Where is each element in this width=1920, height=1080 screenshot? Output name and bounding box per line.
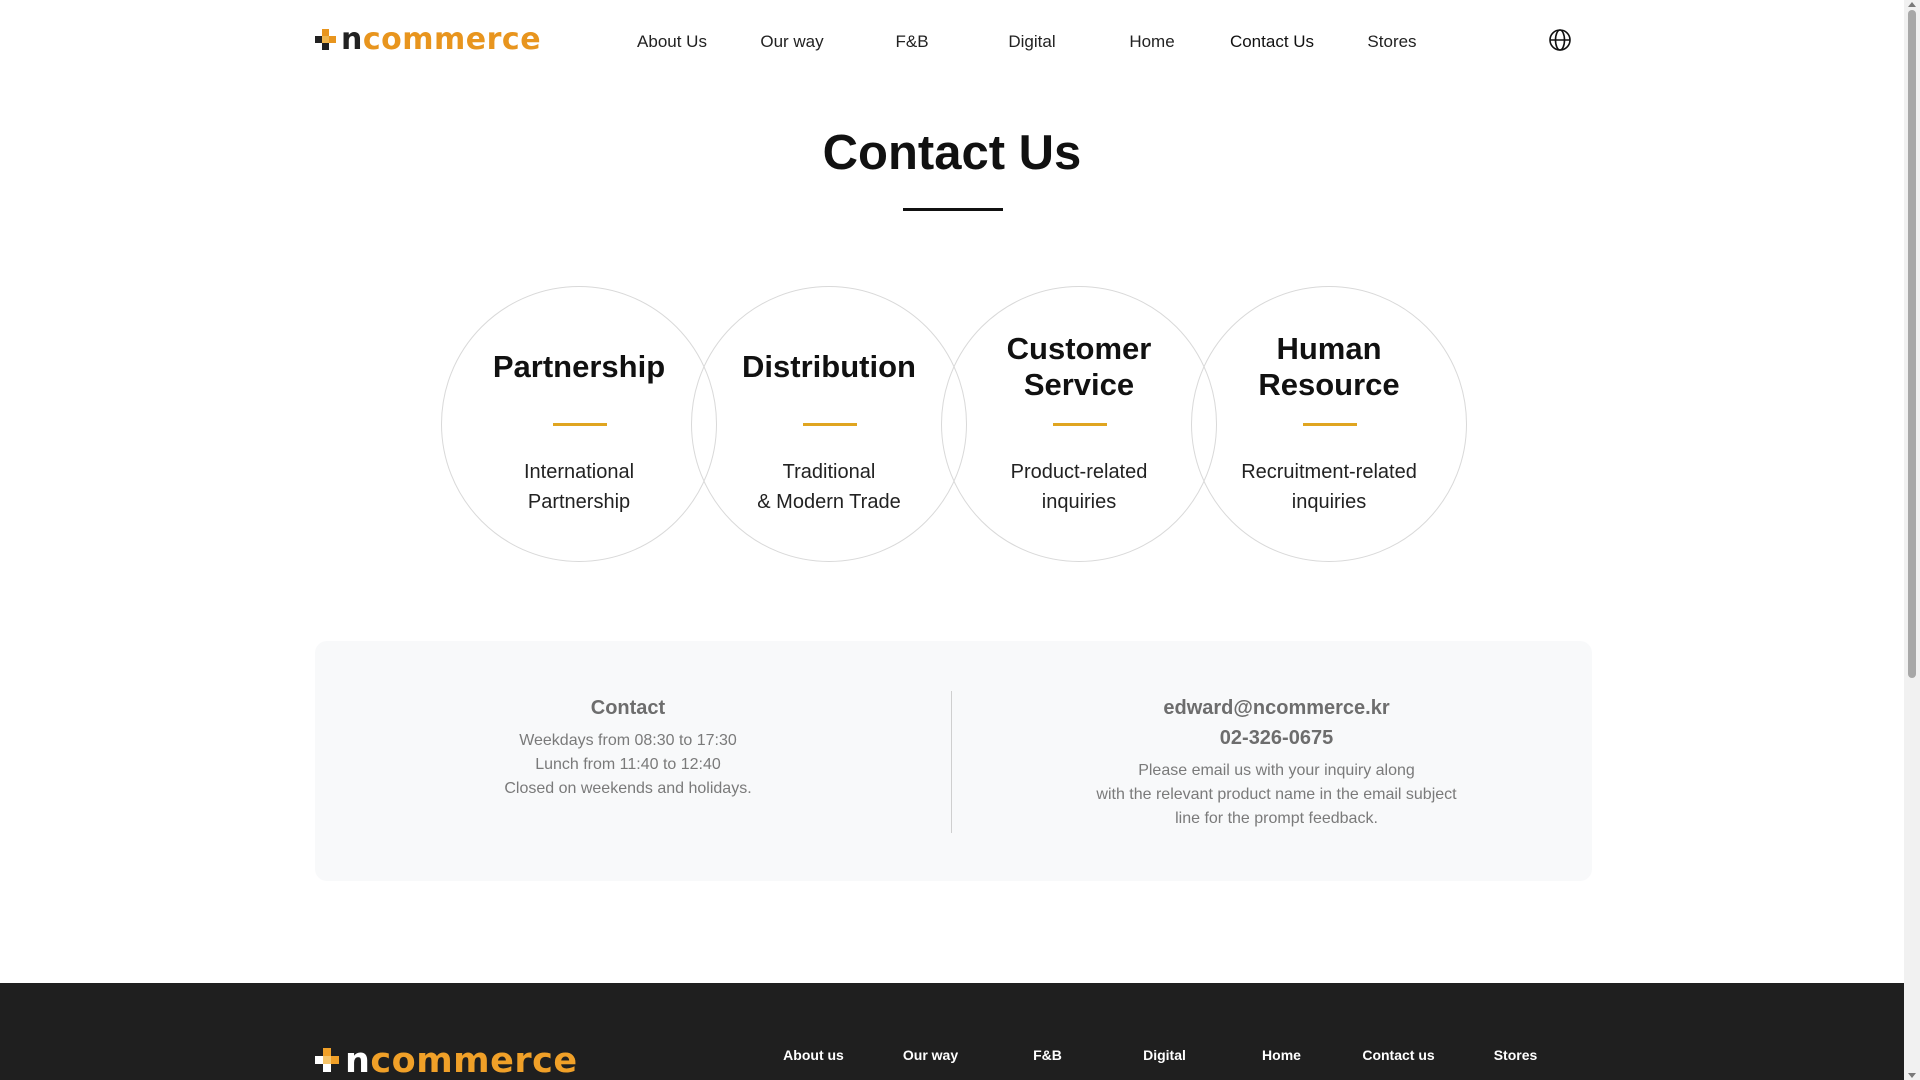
scroll-down-arrow-icon[interactable] bbox=[1908, 1073, 1916, 1078]
nav-home[interactable]: Home bbox=[1092, 30, 1212, 54]
contact-details: edward@ncommerce.kr 02-326-0675 Please e… bbox=[961, 693, 1592, 831]
nav-about-us[interactable]: About Us bbox=[612, 30, 732, 54]
category-title: Distribution bbox=[742, 349, 916, 384]
category-distribution[interactable]: Distribution Traditional & Modern Trade bbox=[691, 286, 967, 562]
main-nav: About Us Our way F&B Digital Home Contac… bbox=[612, 30, 1452, 54]
footer-logo[interactable]: ncommerce bbox=[315, 1043, 578, 1079]
footer-nav: About us Our way F&B Digital Home Contac… bbox=[755, 1045, 1574, 1065]
footer-nav-fnb[interactable]: F&B bbox=[989, 1045, 1106, 1065]
category-description: Product-related inquiries bbox=[1010, 461, 1148, 513]
scroll-up-arrow-icon[interactable] bbox=[1908, 2, 1916, 7]
footer-nav-contact-us[interactable]: Contact us bbox=[1340, 1045, 1457, 1065]
contact-note-line: line for the prompt feedback. bbox=[1175, 810, 1378, 827]
title-underline bbox=[903, 208, 1003, 211]
category-title: Human Resource bbox=[1258, 331, 1400, 402]
contact-info-panel: Contact Weekdays from 08:30 to 17:30 Lun… bbox=[315, 641, 1592, 881]
category-title: Partnership bbox=[492, 349, 666, 384]
contact-email[interactable]: edward@ncommerce.kr bbox=[961, 693, 1592, 723]
hours-closed: Closed on weekends and holidays. bbox=[504, 780, 752, 797]
logo-wordmark: ncommerce bbox=[341, 22, 542, 57]
nav-fnb[interactable]: F&B bbox=[852, 30, 972, 54]
category-partnership[interactable]: Partnership International Partnership bbox=[441, 286, 717, 562]
footer-nav-our-way[interactable]: Our way bbox=[872, 1045, 989, 1065]
nav-contact-us[interactable]: Contact Us bbox=[1212, 30, 1332, 54]
footer-nav-about-us[interactable]: About us bbox=[755, 1045, 872, 1065]
footer-nav-home[interactable]: Home bbox=[1223, 1045, 1340, 1065]
category-customer-service[interactable]: Customer Service Product-related inquiri… bbox=[941, 286, 1217, 562]
category-description: Recruitment-related inquiries bbox=[1241, 461, 1417, 513]
nav-our-way[interactable]: Our way bbox=[732, 30, 852, 54]
category-title: Customer Service bbox=[1006, 331, 1152, 402]
footer-nav-stores[interactable]: Stores bbox=[1457, 1045, 1574, 1065]
nav-stores[interactable]: Stores bbox=[1332, 30, 1452, 54]
contact-note-line: Please email us with your inquiry along bbox=[1138, 762, 1415, 779]
nav-digital[interactable]: Digital bbox=[972, 30, 1092, 54]
hours-weekdays: Weekdays from 08:30 to 17:30 bbox=[519, 732, 737, 749]
category-divider bbox=[1053, 423, 1107, 426]
contact-categories: Partnership International Partnership Di… bbox=[441, 286, 1467, 562]
globe-icon[interactable] bbox=[1548, 28, 1572, 52]
brand-logo[interactable]: ncommerce bbox=[315, 24, 541, 56]
site-header: ncommerce About Us Our way F&B Digital H… bbox=[0, 0, 1904, 84]
hours-lunch: Lunch from 11:40 to 12:40 bbox=[535, 756, 721, 773]
panel-divider bbox=[951, 691, 952, 833]
logo-wordmark: ncommerce bbox=[345, 1041, 578, 1080]
category-description: International Partnership bbox=[523, 461, 635, 513]
site-footer: ncommerce About us Our way F&B Digital H… bbox=[0, 983, 1904, 1080]
contact-heading: Contact bbox=[590, 697, 666, 719]
page-scrollbar[interactable] bbox=[1904, 0, 1920, 1080]
page-title: Contact Us bbox=[822, 126, 1082, 180]
business-hours: Contact Weekdays from 08:30 to 17:30 Lun… bbox=[315, 693, 941, 801]
category-human-resource[interactable]: Human Resource Recruitment-related inqui… bbox=[1191, 286, 1467, 562]
contact-phone[interactable]: 02-326-0675 bbox=[961, 723, 1592, 753]
footer-nav-digital[interactable]: Digital bbox=[1106, 1045, 1223, 1065]
category-divider bbox=[553, 423, 607, 426]
scroll-thumb[interactable] bbox=[1908, 10, 1916, 678]
logo-pixel-icon bbox=[315, 29, 337, 51]
logo-pixel-icon bbox=[315, 1048, 341, 1074]
category-divider bbox=[1303, 423, 1357, 426]
contact-note-line: with the relevant product name in the em… bbox=[1096, 786, 1457, 803]
category-divider bbox=[803, 423, 857, 426]
category-description: Traditional & Modern Trade bbox=[757, 461, 901, 513]
